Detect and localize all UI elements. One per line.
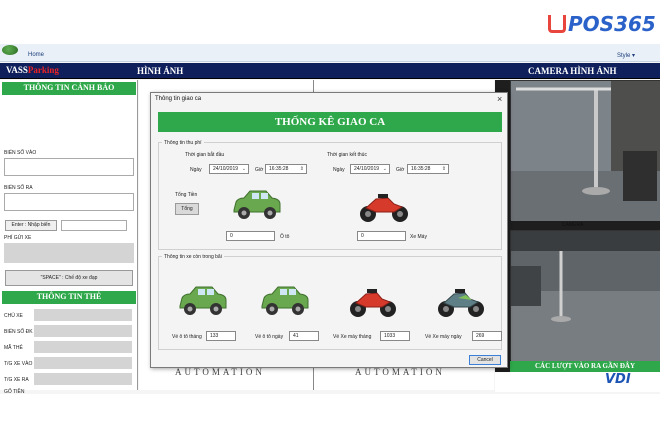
plate-manual-input[interactable]	[61, 220, 127, 231]
end-date-picker[interactable]: 24/10/2019 ⌄	[350, 164, 390, 174]
app-name-b: Parking	[27, 65, 59, 75]
end-hour-label: Giờ	[396, 167, 405, 173]
card-field-label: T/G XE VÀO	[4, 361, 33, 367]
motorbike-icon	[350, 289, 396, 317]
cart-icon	[548, 15, 566, 33]
moto-monthly-field[interactable]: 1033	[380, 331, 410, 341]
card-field-value	[34, 357, 132, 369]
chevron-down-icon: ⌄	[382, 166, 387, 172]
card-field-value	[34, 341, 132, 353]
revenue-group	[158, 142, 502, 250]
camera-scene-2	[511, 231, 660, 361]
app-orb-icon[interactable]	[2, 45, 18, 55]
alert-header: THÔNG TIN CẢNH BÁO	[2, 82, 136, 95]
bicycle-mode-button[interactable]: "SPACE" : Chế độ xe đạp	[5, 270, 133, 286]
camera-view-2	[510, 230, 660, 361]
fee-display	[4, 243, 134, 263]
camera-view-1	[510, 80, 660, 221]
moto-daily-field[interactable]: 269	[472, 331, 502, 341]
remaining-group-label: Thông tin xe còn trong bãi	[162, 254, 224, 260]
end-date-value: 24/10/2019	[354, 166, 380, 172]
style-menu[interactable]: Style ▾	[617, 52, 635, 59]
fee-label: PHÍ GỬI XE	[4, 235, 32, 241]
moto-total-field[interactable]: 0	[357, 231, 406, 241]
plate-out-label: BIỂN SỐ RA	[4, 185, 33, 191]
car-total-field[interactable]: 0	[226, 231, 275, 241]
plate-in-field[interactable]	[4, 158, 134, 176]
end-time-label: Thời gian kết thúc	[327, 152, 367, 158]
car-daily-field[interactable]: 41	[289, 331, 319, 341]
card-field-label: GỐ TIỀN	[4, 389, 25, 395]
watermark-left: AUTOMATION	[175, 367, 265, 377]
card-field-label: BIỂN SỐ ĐK	[4, 329, 33, 335]
app-name-a: VASS	[6, 65, 28, 75]
car-total-unit: Ô tô	[280, 234, 290, 240]
card-field-label: T/G XE RA	[4, 377, 29, 383]
moto-daily-label: Vé Xe máy ngày	[425, 334, 462, 340]
cancel-button[interactable]: Cancel	[469, 355, 501, 365]
camera-scene-1	[511, 81, 660, 221]
spinner-icon: ⇕	[299, 166, 304, 172]
plate-in-label: BIỂN SỐ VÀO	[4, 150, 37, 156]
start-day-label: Ngày	[190, 167, 202, 173]
shift-stats-header: THỐNG KÊ GIAO CA	[158, 112, 502, 132]
ribbon-bar	[0, 44, 660, 62]
recent-entries-header: CÁC LƯỢT VÀO RA GẦN ĐÂY	[510, 361, 660, 372]
end-time-value: 16:35:28	[411, 166, 431, 172]
car-monthly-field[interactable]: 133	[206, 331, 236, 341]
car-daily-label: Vé ô tô ngày	[255, 334, 284, 340]
revenue-group-label: Thông tin thu phí	[162, 140, 204, 146]
vdi-logo: VDI	[605, 372, 631, 387]
images-title: HÌNH ẢNH	[137, 66, 184, 76]
close-icon[interactable]: ×	[497, 94, 502, 104]
dialog-title: Thông tin giao ca	[155, 96, 202, 102]
car-icon	[179, 286, 227, 315]
tab-home[interactable]: Home	[28, 52, 44, 58]
start-time-value: 16:35:28	[269, 166, 289, 172]
start-date-value: 24/10/2019	[213, 166, 239, 172]
brand-name: POS365	[568, 12, 656, 36]
card-field-value	[34, 309, 132, 321]
car-monthly-label: Vé ô tô tháng	[172, 334, 202, 340]
start-time-picker[interactable]: 16:35:28 ⇕	[265, 164, 307, 174]
card-info-header: THÔNG TIN THẺ	[2, 291, 136, 304]
app-name: VASSParking	[6, 65, 59, 75]
start-date-picker[interactable]: 24/10/2019 ⌄	[209, 164, 249, 174]
moto-monthly-label: Vé Xe máy tháng	[333, 334, 372, 340]
total-button[interactable]: Tổng	[175, 203, 199, 215]
card-field-label: MÃ THẺ	[4, 345, 23, 351]
motorbike-icon	[360, 194, 408, 222]
watermark-right: AUTOMATION	[355, 367, 445, 377]
total-label: Tổng Tiền	[175, 192, 198, 198]
camera-label: CAMERA	[562, 222, 584, 228]
enter-plate-button[interactable]: Enter : Nhập biển	[5, 220, 57, 231]
recent-entries-list	[495, 372, 660, 392]
plate-out-field[interactable]	[4, 193, 134, 211]
end-day-label: Ngày	[333, 167, 345, 173]
motorbike-icon	[438, 289, 484, 317]
card-field-label: CHỦ XE	[4, 313, 23, 319]
pos365-logo: POS365	[548, 10, 656, 38]
chevron-down-icon: ⌄	[241, 166, 246, 172]
car-icon	[261, 286, 309, 315]
end-time-picker[interactable]: 16:35:28 ⇕	[407, 164, 449, 174]
spinner-icon: ⇕	[441, 166, 446, 172]
car-icon	[233, 190, 281, 219]
card-field-value	[34, 373, 132, 385]
camera-title: CAMERA HÌNH ẢNH	[528, 66, 617, 76]
card-field-value	[34, 325, 132, 337]
moto-total-unit: Xe Máy	[410, 234, 427, 240]
start-time-label: Thời gian bắt đầu	[185, 152, 225, 158]
start-hour-label: Giờ	[255, 167, 264, 173]
